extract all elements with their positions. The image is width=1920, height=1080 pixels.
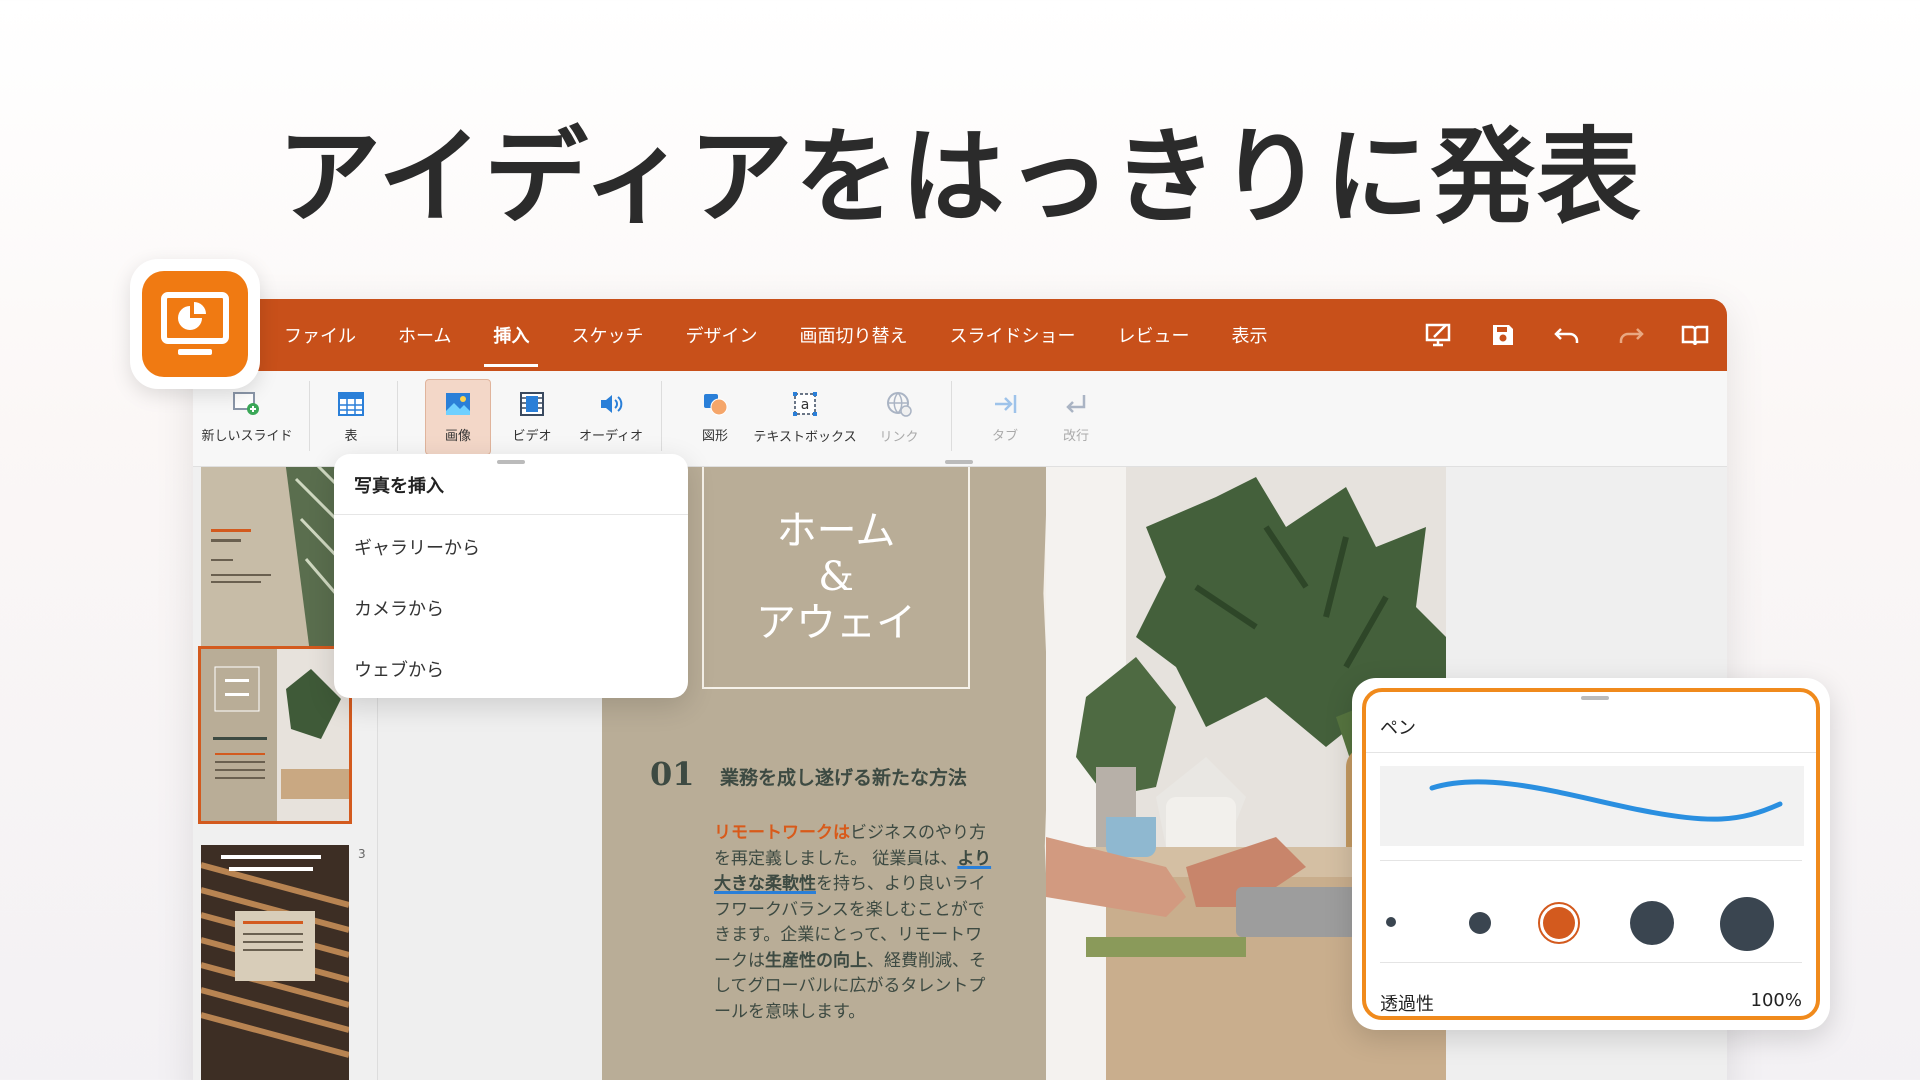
menu-item-from-web[interactable]: ウェブから: [354, 656, 444, 682]
pen-divider: [1380, 860, 1802, 861]
pen-settings-panel: ペン 透過性 100%: [1352, 678, 1830, 1030]
new-slide-label: 新しいスライド: [201, 428, 293, 444]
image-label: 画像: [444, 428, 471, 444]
popup-divider: [334, 514, 688, 515]
ribbon-divider: [951, 381, 952, 451]
slide-number: 3: [358, 847, 366, 861]
link-icon: [887, 391, 912, 417]
present-icon[interactable]: [1407, 299, 1471, 371]
shape-button[interactable]: 図形: [685, 379, 745, 455]
pen-panel-drag-handle[interactable]: [1581, 696, 1609, 700]
tab-home[interactable]: ホーム: [377, 299, 472, 371]
pen-panel-title: ペン: [1380, 718, 1416, 739]
slide-title-line: ホーム: [776, 508, 896, 554]
ribbon-divider: [661, 381, 662, 451]
pen-divider: [1380, 962, 1802, 963]
tab-transitions[interactable]: 画面切り替え: [778, 299, 928, 371]
tab-design[interactable]: デザイン: [664, 299, 778, 371]
pen-size-option[interactable]: [1630, 901, 1674, 945]
opacity-label: 透過性: [1380, 994, 1434, 1015]
textbox-button[interactable]: a テキストボックス: [747, 379, 863, 455]
tab-review[interactable]: レビュー: [1096, 299, 1210, 371]
pen-size-option[interactable]: [1469, 912, 1491, 934]
linebreak-label: 改行: [1062, 428, 1089, 444]
tab-insert[interactable]: 挿入: [472, 299, 550, 371]
pen-size-option[interactable]: [1386, 917, 1396, 927]
section-title: 業務を成し遂げる新たな方法: [720, 767, 968, 789]
link-label: リンク: [879, 429, 919, 445]
svg-text:a: a: [801, 397, 810, 413]
slide-title-line: &: [818, 554, 854, 600]
table-label: 表: [344, 428, 358, 444]
linebreak-icon: [1066, 394, 1086, 413]
tab-view[interactable]: 表示: [1210, 299, 1288, 371]
tab-indent-icon: [995, 394, 1017, 413]
video-button[interactable]: ビデオ: [499, 379, 565, 455]
bold-text: 生産性の向上: [765, 950, 867, 971]
new-slide-button[interactable]: 新しいスライド: [193, 379, 305, 455]
insert-photo-title: 写真を挿入: [354, 476, 444, 497]
pen-size-option-selected[interactable]: [1543, 907, 1575, 939]
table-button[interactable]: 表: [321, 379, 381, 455]
slide-thumbnail-3[interactable]: [201, 845, 349, 1080]
audio-icon: [601, 394, 623, 413]
pen-divider: [1366, 752, 1816, 753]
tab-sketch[interactable]: スケッチ: [550, 299, 664, 371]
popup-drag-handle[interactable]: [497, 460, 525, 464]
image-button[interactable]: 画像: [425, 379, 491, 455]
textbox-label: テキストボックス: [753, 429, 857, 445]
menu-tabs: ファイル ホーム 挿入 スケッチ デザイン 画面切り替え スライドショー レビュ…: [263, 299, 1288, 371]
ribbon-toolbar: 新しいスライド 表 画像 ビデオ オーディオ 図形 a テキストボックス リンク…: [193, 371, 1727, 467]
menu-bar: ファイル ホーム 挿入 スケッチ デザイン 画面切り替え スライドショー レビュ…: [193, 299, 1727, 371]
opacity-value[interactable]: 100%: [1751, 990, 1802, 1011]
headline: アイディアをはっきりに発表: [277, 116, 1643, 238]
app-icon: [130, 259, 260, 389]
linebreak-button[interactable]: 改行: [1041, 379, 1111, 455]
save-icon[interactable]: [1471, 299, 1535, 371]
slide-title-line: アウェイ: [756, 600, 916, 646]
shape-icon: [704, 393, 728, 415]
audio-button[interactable]: オーディオ: [573, 379, 649, 455]
shape-label: 図形: [701, 428, 728, 444]
highlight-text: リモートワークは: [714, 823, 850, 843]
ribbon-drag-handle[interactable]: [945, 460, 973, 464]
slide-thumbnail-2[interactable]: [198, 646, 352, 824]
textbox-icon: a: [793, 391, 817, 416]
image-icon: [446, 392, 470, 415]
table-icon: [338, 391, 364, 416]
ribbon-divider: [309, 381, 310, 451]
audio-label: オーディオ: [578, 428, 644, 444]
insert-photo-menu: 写真を挿入 ギャラリーから カメラから ウェブから: [334, 454, 688, 698]
redo-icon[interactable]: [1599, 299, 1663, 371]
slide-title-box[interactable]: ホーム & アウェイ: [702, 467, 970, 689]
ribbon-divider: [397, 381, 398, 451]
tab-slideshow[interactable]: スライドショー: [928, 299, 1096, 371]
video-icon: [520, 391, 544, 416]
section-number: 01: [650, 755, 695, 793]
menu-item-from-camera[interactable]: カメラから: [354, 595, 444, 621]
pen-stroke-preview: [1380, 766, 1804, 846]
presentation-logo-icon: [161, 292, 229, 355]
new-slide-icon: [233, 391, 259, 415]
menu-item-from-gallery[interactable]: ギャラリーから: [354, 534, 480, 560]
link-button[interactable]: リンク: [869, 379, 929, 455]
slide-thumbnail-1[interactable]: [201, 467, 349, 661]
tab-insert-button[interactable]: タブ: [975, 379, 1035, 455]
tab-label: タブ: [991, 428, 1018, 444]
undo-icon[interactable]: [1535, 299, 1599, 371]
slide-body-text[interactable]: リモートワークはビジネスのやり方を再定義しました。 従業員は、より大きな柔軟性を…: [714, 821, 996, 1025]
tab-file[interactable]: ファイル: [263, 299, 377, 371]
video-label: ビデオ: [512, 428, 552, 444]
pen-size-option[interactable]: [1720, 897, 1774, 951]
read-mode-icon[interactable]: [1663, 299, 1727, 371]
